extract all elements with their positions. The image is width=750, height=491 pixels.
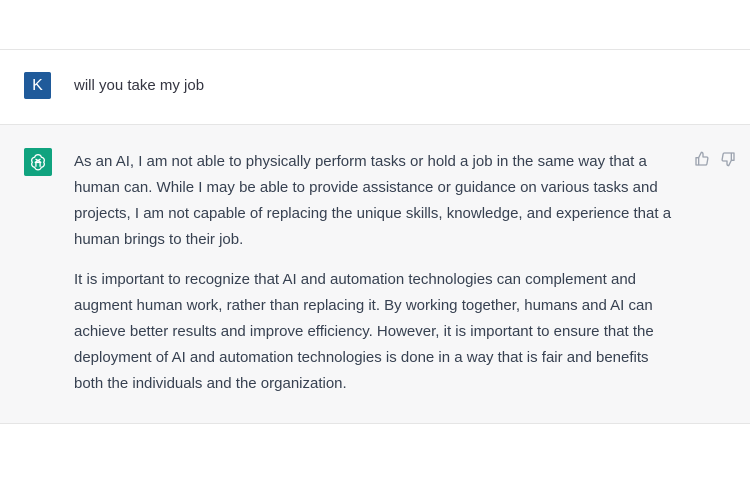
feedback-buttons <box>694 151 736 167</box>
user-avatar: K <box>24 72 51 99</box>
thumbs-down-icon[interactable] <box>720 151 736 167</box>
bottom-spacer <box>0 424 750 491</box>
assistant-message-text: As an AI, I am not able to physically pe… <box>74 149 674 411</box>
top-spacer <box>0 0 750 49</box>
user-message-row: K will you take my job <box>0 50 750 124</box>
thumbs-up-icon[interactable] <box>694 151 710 167</box>
assistant-paragraph-2: It is important to recognize that AI and… <box>74 271 654 392</box>
assistant-paragraph-1: As an AI, I am not able to physically pe… <box>74 153 672 248</box>
user-message-text: will you take my job <box>74 77 205 94</box>
assistant-message-row: As an AI, I am not able to physically pe… <box>0 125 750 423</box>
openai-logo-icon <box>24 148 52 176</box>
